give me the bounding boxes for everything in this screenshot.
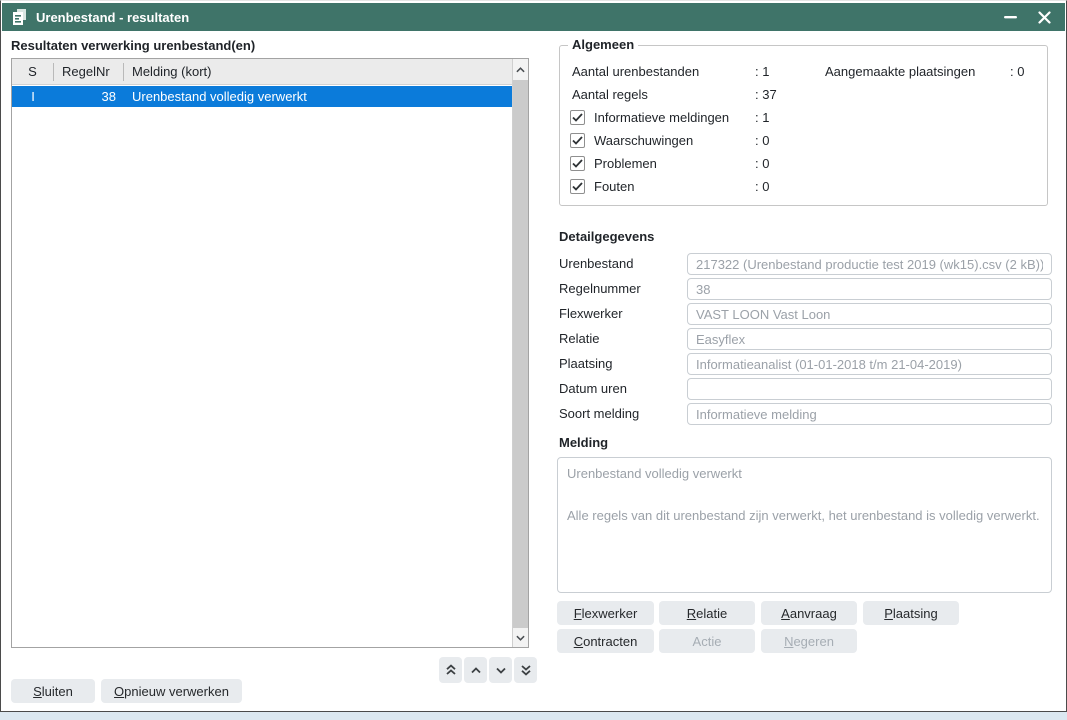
flexwerker-button[interactable]: Flexwerker xyxy=(557,601,654,625)
chevron-down-icon xyxy=(516,635,525,641)
checkmark-icon xyxy=(572,182,583,191)
sluiten-button[interactable]: Sluiten xyxy=(11,679,95,703)
detail-section-title: Detailgegevens xyxy=(559,229,654,244)
regelnummer-field[interactable] xyxy=(687,278,1052,300)
soort-melding-field[interactable] xyxy=(687,403,1052,425)
double-chevron-up-icon xyxy=(445,664,457,676)
aanvraag-button[interactable]: Aanvraag xyxy=(761,601,857,625)
label-aantal-urenbestanden: Aantal urenbestanden xyxy=(568,64,755,79)
checkbox-informatieve-meldingen[interactable] xyxy=(570,110,585,125)
scrollbar-up-button[interactable] xyxy=(513,59,528,80)
checkmark-icon xyxy=(572,159,583,168)
label-urenbestand: Urenbestand xyxy=(559,253,633,275)
label-aantal-regels: Aantal regels xyxy=(568,87,755,102)
value-fouten: : 0 xyxy=(755,179,825,194)
column-header-melding[interactable]: Melding (kort) xyxy=(124,63,512,81)
contracten-button[interactable]: Contracten xyxy=(557,629,654,653)
label-fouten: Fouten xyxy=(594,179,755,194)
close-button[interactable] xyxy=(1027,3,1061,31)
flexwerker-field[interactable] xyxy=(687,303,1052,325)
relatie-button[interactable]: Relatie xyxy=(659,601,755,625)
results-table: S RegelNr Melding (kort) I 38 Urenbestan… xyxy=(11,58,529,648)
plaatsing-button[interactable]: Plaatsing xyxy=(863,601,959,625)
column-header-s[interactable]: S xyxy=(12,63,54,81)
melding-textarea[interactable]: Urenbestand volledig verwerkt Alle regel… xyxy=(557,457,1052,593)
checkmark-icon xyxy=(572,113,583,122)
algemeen-row-urenbestanden: Aantal urenbestanden : 1 Aangemaakte pla… xyxy=(568,60,1039,83)
table-row-selected[interactable]: I 38 Urenbestand volledig verwerkt xyxy=(12,86,512,107)
label-datum-uren: Datum uren xyxy=(559,378,627,400)
titlebar: Urenbestand - resultaten xyxy=(2,3,1065,31)
document-copy-icon xyxy=(11,8,28,26)
cell-status: I xyxy=(12,89,54,104)
cell-regelnr: 38 xyxy=(54,89,124,104)
dialog-window: Urenbestand - resultaten Resultaten verw… xyxy=(0,0,1067,712)
value-aangemaakte-plaatsingen: : 0 xyxy=(1010,64,1039,79)
negeren-button: Negeren xyxy=(761,629,857,653)
actie-button: Actie xyxy=(659,629,755,653)
checkbox-fouten[interactable] xyxy=(570,179,585,194)
results-table-header: S RegelNr Melding (kort) xyxy=(12,59,512,85)
chevron-down-icon xyxy=(495,666,507,674)
label-waarschuwingen: Waarschuwingen xyxy=(594,133,755,148)
value-problemen: : 0 xyxy=(755,156,825,171)
label-problemen: Problemen xyxy=(594,156,755,171)
label-plaatsing: Plaatsing xyxy=(559,353,612,375)
algemeen-row-problemen: Problemen : 0 xyxy=(568,152,1039,175)
chevron-up-icon xyxy=(470,666,482,674)
melding-section-title: Melding xyxy=(559,435,608,450)
results-heading: Resultaten verwerking urenbestand(en) xyxy=(11,38,255,53)
label-soort-melding: Soort melding xyxy=(559,403,639,425)
opnieuw-verwerken-button[interactable]: Opnieuw verwerken xyxy=(101,679,242,703)
scrollbar-thumb[interactable] xyxy=(513,80,528,628)
algemeen-row-waarschuwingen: Waarschuwingen : 0 xyxy=(568,129,1039,152)
value-aantal-regels: : 37 xyxy=(755,87,825,102)
algemeen-groupbox: Algemeen Aantal urenbestanden : 1 Aangem… xyxy=(559,45,1048,206)
label-regelnummer: Regelnummer xyxy=(559,278,641,300)
column-header-regelnr[interactable]: RegelNr xyxy=(54,63,124,81)
cell-melding: Urenbestand volledig verwerkt xyxy=(124,89,512,104)
close-icon xyxy=(1038,11,1051,24)
value-informatieve-meldingen: : 1 xyxy=(755,110,825,125)
relatie-field[interactable] xyxy=(687,328,1052,350)
plaatsing-field[interactable] xyxy=(687,353,1052,375)
checkmark-icon xyxy=(572,136,583,145)
checkbox-problemen[interactable] xyxy=(570,156,585,171)
nav-next-button[interactable] xyxy=(489,657,512,683)
algemeen-row-regels: Aantal regels : 37 xyxy=(568,83,1039,106)
double-chevron-down-icon xyxy=(520,664,532,676)
minimize-icon xyxy=(1004,16,1017,19)
nav-first-button[interactable] xyxy=(439,657,462,683)
nav-prev-button[interactable] xyxy=(464,657,487,683)
vertical-scrollbar xyxy=(512,59,528,647)
label-flexwerker: Flexwerker xyxy=(559,303,623,325)
datum-uren-field[interactable] xyxy=(687,378,1052,400)
algemeen-row-fouten: Fouten : 0 xyxy=(568,175,1039,198)
value-waarschuwingen: : 0 xyxy=(755,133,825,148)
urenbestand-field[interactable] xyxy=(687,253,1052,275)
nav-last-button[interactable] xyxy=(514,657,537,683)
algemeen-title: Algemeen xyxy=(568,37,638,52)
label-informatieve-meldingen: Informatieve meldingen xyxy=(594,110,755,125)
label-relatie: Relatie xyxy=(559,328,599,350)
checkbox-waarschuwingen[interactable] xyxy=(570,133,585,148)
algemeen-row-informatieve-meldingen: Informatieve meldingen : 1 xyxy=(568,106,1039,129)
scrollbar-down-button[interactable] xyxy=(513,628,528,647)
label-aangemaakte-plaatsingen: Aangemaakte plaatsingen xyxy=(825,64,1010,79)
window-title: Urenbestand - resultaten xyxy=(36,10,993,25)
value-aantal-urenbestanden: : 1 xyxy=(755,64,825,79)
chevron-up-icon xyxy=(516,67,525,73)
minimize-button[interactable] xyxy=(993,3,1027,31)
